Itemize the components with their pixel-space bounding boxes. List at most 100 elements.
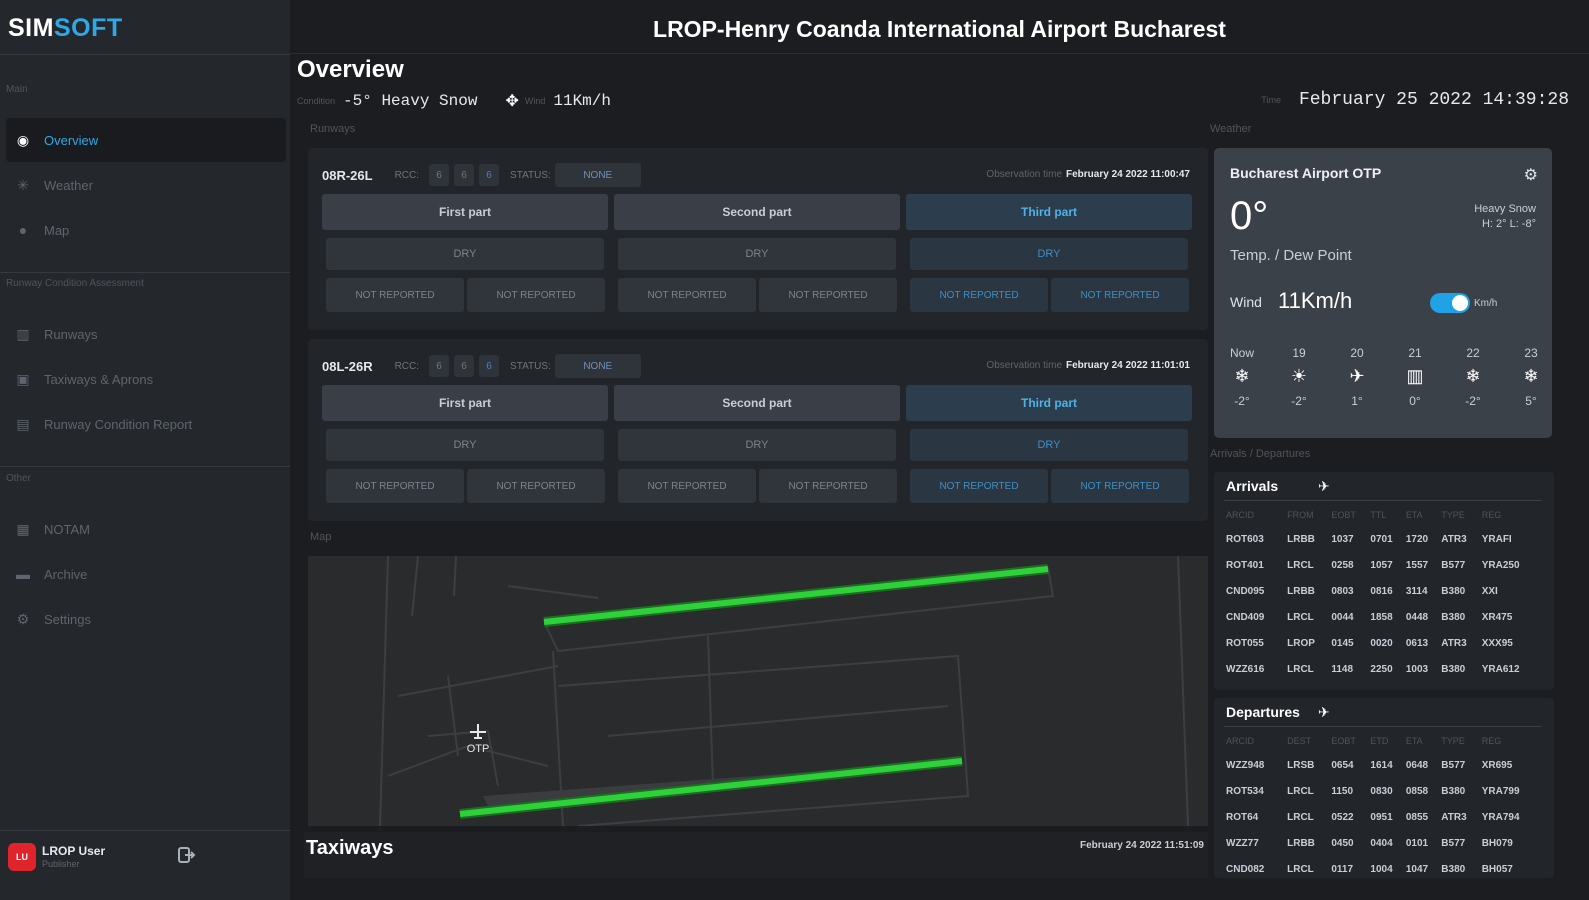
part-title[interactable]: Third part [906,194,1192,230]
cell: WZZ77 [1226,837,1259,849]
cell: 0101 [1405,837,1429,849]
cell: 1150 [1331,785,1354,797]
rcc-label: RCC: [394,169,420,181]
cell: 0816 [1370,585,1393,597]
sidebar-item-taxiways[interactable]: ▣ Taxiways & Aprons [6,357,286,401]
sidebar-item-notam[interactable]: ▦ NOTAM [6,507,286,551]
part-cell[interactable]: NOT REPORTED [910,278,1048,312]
airport-map[interactable]: OTP [308,556,1208,826]
condition-value: -5° Heavy Snow [343,92,478,110]
weather-station: Bucharest Airport OTP [1230,165,1382,181]
condition-row: Condition -5° Heavy Snow ✥ Wind 11Km/h [297,90,611,112]
part-title[interactable]: First part [322,194,608,230]
part-condition[interactable]: DRY [910,429,1188,461]
sun-icon: ✳ [17,176,29,193]
part-condition[interactable]: DRY [618,238,896,270]
table-row[interactable]: ROT055 LROP 0145 0020 0613 ATR3 XXX95 [1226,630,1542,656]
section-label-other: Other [6,473,32,484]
part-cell[interactable]: NOT REPORTED [910,469,1048,503]
rcc-chip: 6 [429,355,450,377]
cell: LRCL [1287,663,1314,675]
cell: B380 [1441,611,1466,623]
table-row[interactable]: CND082 LRCL 0117 1004 1047 B380 BH057 [1226,856,1542,882]
wind-unit-toggle[interactable] [1430,293,1470,313]
logo[interactable]: SIMSOFT [8,14,123,43]
plane-landing-icon: ✈ [1349,366,1365,386]
column-header: FROM [1287,510,1314,520]
part-cell[interactable]: NOT REPORTED [759,469,897,503]
cell: LRBB [1287,837,1315,849]
logout-icon[interactable] [176,845,196,865]
forecast-column: 19 ☀ -2° [1279,346,1319,408]
sun-icon: ☀ [1290,366,1308,386]
table-row[interactable]: ROT401 LRCL 0258 1057 1557 B577 YRA250 [1226,552,1542,578]
part-cell[interactable]: NOT REPORTED [467,469,605,503]
part-cell[interactable]: NOT REPORTED [326,469,464,503]
sidebar-item-rcr[interactable]: ▤ Runway Condition Report [6,402,286,446]
part-title[interactable]: First part [322,385,608,421]
table-row[interactable]: WZZ616 LRCL 1148 2250 1003 B380 YRA612 [1226,656,1542,682]
departures-panel: Departures ✈ ARCID DEST EOBT ETD ETA TYP… [1214,698,1554,878]
cell: 3114 [1405,585,1428,597]
cell: CND082 [1226,863,1265,875]
part-cell[interactable]: NOT REPORTED [759,278,897,312]
sidebar-item-settings[interactable]: ⚙ Settings [6,597,286,641]
table-row[interactable]: ROT64 LRCL 0522 0951 0855 ATR3 YRA794 [1226,804,1542,830]
part-cell[interactable]: NOT REPORTED [618,469,756,503]
table-row[interactable]: WZZ77 LRBB 0450 0404 0101 B577 BH079 [1226,830,1542,856]
part-title[interactable]: Third part [906,385,1192,421]
cell: 0803 [1331,585,1354,597]
part-cell[interactable]: NOT REPORTED [326,278,464,312]
forecast-temp: -2° [1234,394,1250,408]
sidebar-item-label: Map [44,222,70,238]
cell: 0448 [1405,611,1429,623]
taxiways-bar: Taxiways February 24 2022 11:51:09 [304,832,1208,878]
table-row[interactable]: CND095 LRBB 0803 0816 3114 B380 XXI [1226,578,1542,604]
departures-table: ARCID DEST EOBT ETD ETA TYPE REG WZZ948 L… [1226,730,1542,882]
page-title: Overview [297,56,404,83]
forecast-column: 23 ❄ 5° [1511,346,1551,408]
forecast-temp: -2° [1291,394,1307,408]
forecast-hour: 21 [1408,346,1422,360]
table-row[interactable]: CND409 LRCL 0044 1858 0448 B380 XR475 [1226,604,1542,630]
part-condition[interactable]: DRY [326,238,604,270]
sidebar-divider [0,272,290,273]
part-condition[interactable]: DRY [618,429,896,461]
runway-part-third: Third part DRY NOT REPORTED NOT REPORTED [906,385,1192,509]
part-condition[interactable]: DRY [910,238,1188,270]
sidebar-item-runways[interactable]: ▥ Runways [6,312,286,356]
sidebar-item-overview[interactable]: ◉ Overview [6,118,286,162]
cell: 2250 [1370,663,1393,675]
part-title[interactable]: Second part [614,194,900,230]
column-header: TTL [1370,510,1387,520]
part-cell[interactable]: NOT REPORTED [1051,278,1189,312]
weather-settings-icon[interactable]: ⚙ [1524,165,1538,185]
part-condition[interactable]: DRY [326,429,604,461]
user-name: LROP User [42,844,106,858]
cell: LRCL [1287,785,1314,797]
cell: ATR3 [1441,533,1467,545]
sidebar-item-archive[interactable]: ▬ Archive [6,552,286,596]
status-label: STATUS: [510,360,551,372]
part-title[interactable]: Second part [614,385,900,421]
arrivals-divider [1224,500,1542,501]
part-cell[interactable]: NOT REPORTED [1051,469,1189,503]
column-header: TYPE [1441,736,1465,746]
table-header-row: ARCID FROM EOBT TTL ETA TYPE REG [1226,504,1542,526]
avatar[interactable]: LU [8,843,36,871]
table-row[interactable]: WZZ948 LRSB 0654 1614 0648 B577 XR695 [1226,752,1542,778]
forecast-hour: 19 [1292,346,1306,360]
cell: B380 [1441,785,1466,797]
runway-icon: ▥ [16,325,30,342]
cell: 1557 [1405,559,1429,571]
sidebar-item-map[interactable]: ● Map [6,208,286,252]
table-row[interactable]: ROT534 LRCL 1150 0830 0858 B380 YRA799 [1226,778,1542,804]
condition-label: Condition [297,96,336,106]
runway-part-first: First part DRY NOT REPORTED NOT REPORTED [322,194,608,318]
part-cell[interactable]: NOT REPORTED [467,278,605,312]
cell: LRCL [1287,559,1314,571]
rcc-chip: 6 [454,164,475,186]
table-row[interactable]: ROT603 LRBB 1037 0701 1720 ATR3 YRAFI [1226,526,1542,552]
part-cell[interactable]: NOT REPORTED [618,278,756,312]
sidebar-item-weather[interactable]: ✳ Weather [6,163,286,207]
